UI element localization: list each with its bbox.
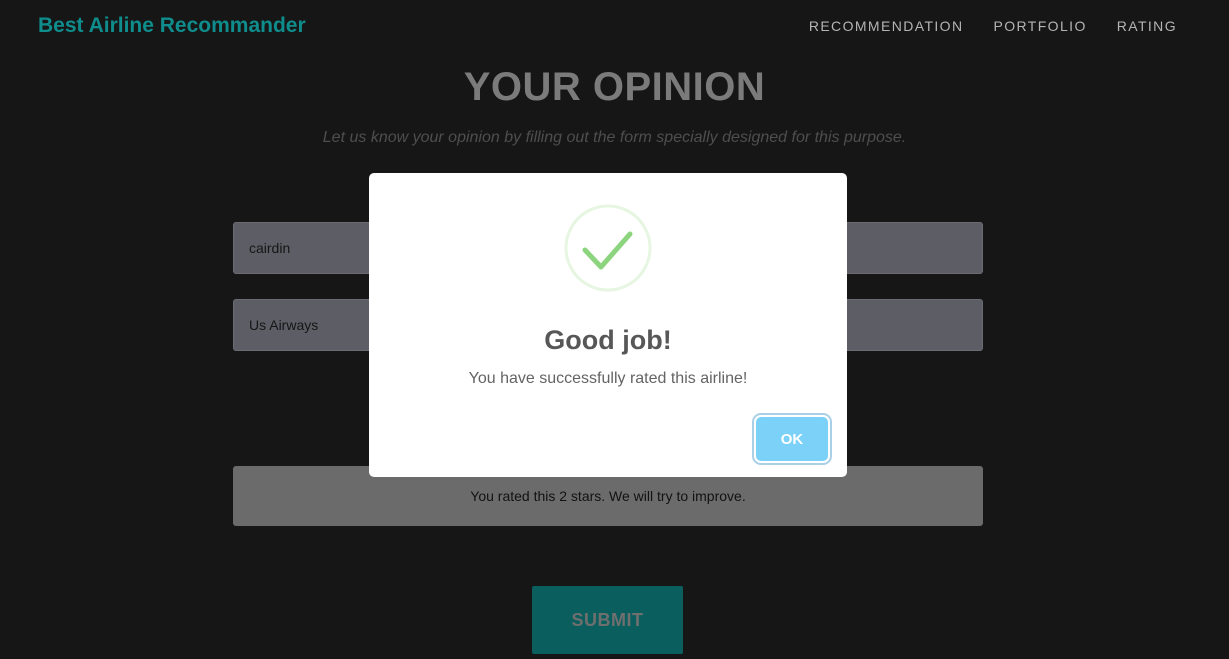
dialog-title: Good job!	[544, 325, 672, 355]
dialog-message: You have successfully rated this airline…	[468, 370, 748, 387]
nav-links: RECOMMENDATION PORTFOLIO RATING	[809, 18, 1177, 34]
page-title: YOUR OPINION	[463, 65, 766, 109]
nav-link-rating[interactable]: RATING	[1117, 18, 1177, 34]
success-check-icon	[564, 204, 652, 292]
ok-button[interactable]: OK	[756, 417, 828, 461]
brand-logo[interactable]: Best Airline Recommander	[38, 14, 306, 38]
submit-button[interactable]: SUBMIT	[532, 586, 683, 654]
page-subtitle: Let us know your opinion by filling out …	[322, 129, 907, 146]
success-dialog: Good job! You have successfully rated th…	[369, 173, 847, 477]
page: Best Airline Recommander RECOMMENDATION …	[0, 0, 1229, 659]
navbar: Best Airline Recommander RECOMMENDATION …	[0, 0, 1229, 52]
nav-link-portfolio[interactable]: PORTFOLIO	[993, 18, 1086, 34]
nav-link-recommendation[interactable]: RECOMMENDATION	[809, 18, 964, 34]
